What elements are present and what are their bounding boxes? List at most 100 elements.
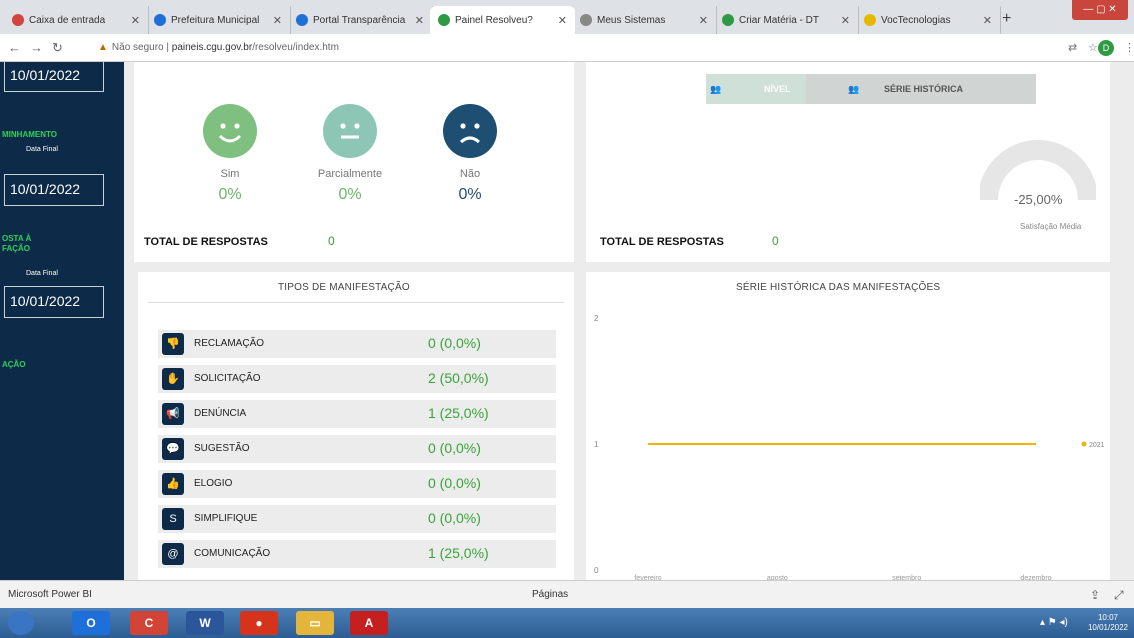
browser-tab[interactable]: Meus Sistemas ✕ [572, 6, 717, 34]
tab-title: Caixa de entrada [29, 14, 106, 26]
date-field-resposta[interactable]: 10/01/2022 [4, 286, 104, 318]
total-respostas-label: TOTAL DE RESPOSTAS [144, 236, 268, 248]
window-controls[interactable]: — ▢ ✕ [1072, 0, 1128, 20]
nivel-card: 👥 NÍVEL 👥 SÉRIE HISTÓRICA -25,00% Satisf… [586, 62, 1110, 262]
close-tab-icon[interactable]: ✕ [841, 14, 850, 27]
browser-tab[interactable]: Painel Resolveu? ✕ [430, 6, 575, 34]
face-label: Sim [220, 168, 240, 180]
tab-title: Criar Matéria - DT [739, 14, 820, 26]
browser-tab[interactable]: Prefeitura Municipal ✕ [146, 6, 291, 34]
favicon-icon [864, 14, 876, 26]
manifestacao-row[interactable]: 📢 DENÚNCIA 1 (25,0%) [158, 400, 556, 428]
sidebar-section-resposta: OSTA À FAÇÃO [2, 234, 32, 253]
url-field[interactable]: ▲ Não seguro | paineis.cgu.gov.br/resolve… [98, 42, 339, 53]
sidebar-section-encaminhamento: MINHAMENTO [2, 130, 57, 139]
sidebar-section-avaliacao: AÇÃO [2, 360, 26, 369]
neutral-face-icon [323, 104, 377, 158]
start-button[interactable] [8, 611, 34, 635]
y-tick-label: 0 [594, 566, 599, 575]
close-tab-icon[interactable]: ✕ [558, 14, 567, 27]
fullscreen-icon[interactable]: ⤢ [1114, 588, 1124, 603]
manifestacao-name: RECLAMAÇÃO [194, 338, 265, 349]
simplifique-icon: S [162, 508, 184, 530]
serie-chart: 012fevereiro agosto setembro dezembro2021 [594, 314, 1105, 580]
powerbi-status-bar: Microsoft Power BI Páginas ⇪ ⤢ [0, 580, 1134, 608]
acrobat-icon[interactable]: A [350, 611, 388, 635]
tab-serie-historica[interactable]: 👥 SÉRIE HISTÓRICA [806, 74, 1036, 104]
face-percentage: 0% [338, 186, 362, 203]
close-tab-icon[interactable]: ✕ [415, 14, 424, 27]
sad-face-icon [443, 104, 497, 158]
date-field-top[interactable]: 10/01/2022 [4, 62, 104, 92]
tab-title: Prefeitura Municipal [171, 14, 260, 26]
outlook-icon[interactable]: O [72, 611, 110, 635]
manifestacao-value: 0 (0,0%) [428, 510, 481, 526]
gauge-caption: Satisfação Média [1020, 222, 1082, 231]
translate-icon[interactable]: ⇄ [1068, 41, 1077, 54]
close-tab-icon[interactable]: ✕ [131, 14, 140, 27]
close-tab-icon[interactable]: ✕ [273, 14, 282, 27]
y-tick-label: 1 [594, 440, 599, 449]
explorer-icon[interactable]: ▭ [296, 611, 334, 635]
manifestacao-name: SIMPLIFIQUE [194, 513, 258, 524]
face-percentage: 0% [458, 186, 482, 203]
favicon-icon [438, 14, 450, 26]
people-icon: 👥 [710, 84, 722, 94]
face-label: Parcialmente [317, 168, 383, 180]
legend-marker [1081, 441, 1087, 447]
manifestacao-row[interactable]: 💬 SUGESTÃO 0 (0,0%) [158, 435, 556, 463]
reload-icon[interactable]: ↻ [52, 40, 63, 56]
manifestacao-value: 0 (0,0%) [428, 475, 481, 491]
chat-icon: 💬 [162, 438, 184, 460]
favicon-icon [580, 14, 592, 26]
manifestacao-name: ELOGIO [194, 478, 233, 489]
date-field-encaminhamento[interactable]: 10/01/2022 [4, 174, 104, 206]
chrome-icon[interactable]: C [130, 611, 168, 635]
manifestacao-name: SUGESTÃO [194, 443, 250, 454]
tab-nivel[interactable]: 👥 NÍVEL [706, 74, 806, 104]
face-percentage: 0% [218, 186, 242, 203]
close-tab-icon[interactable]: ✕ [699, 14, 708, 27]
profile-avatar[interactable]: D [1098, 40, 1114, 56]
word-icon[interactable]: W [186, 611, 224, 635]
favicon-icon [296, 14, 308, 26]
favicon-icon [154, 14, 166, 26]
manifestacao-row[interactable]: 👎 RECLAMAÇÃO 0 (0,0%) [158, 330, 556, 358]
tab-title: Portal Transparência [313, 14, 406, 26]
tab-serie-label: SÉRIE HISTÓRICA [884, 84, 964, 94]
people-icon: 👥 [848, 84, 860, 94]
menu-icon[interactable]: ⋮ [1124, 41, 1134, 54]
date-final-label-2: Data Final [26, 270, 58, 277]
manifestacao-value: 2 (50,0%) [428, 370, 489, 386]
tray-icons[interactable]: ▴ ⚑ ◂) [1040, 617, 1068, 628]
windows-taskbar: ▴ ⚑ ◂) 10:07 10/01/2022 O C W ● ▭ A [0, 608, 1134, 638]
serie-card: SÉRIE HISTÓRICA DAS MANIFESTAÇÕES 0 1 2 fev… [586, 272, 1110, 580]
browser-tab[interactable]: Criar Matéria - DT ✕ [714, 6, 859, 34]
new-tab-button[interactable]: + [1002, 10, 1011, 28]
star-icon[interactable]: ☆ [1088, 41, 1098, 54]
manifestacao-name: DENÚNCIA [194, 408, 247, 419]
browser-tab[interactable]: VocTecnologias ✕ [856, 6, 1001, 34]
manifestacao-value: 0 (0,0%) [428, 440, 481, 456]
manifestacao-row[interactable]: S SIMPLIFIQUE 0 (0,0%) [158, 505, 556, 533]
share-icon[interactable]: ⇪ [1090, 588, 1100, 602]
close-tab-icon[interactable]: ✕ [983, 14, 992, 27]
divider [148, 302, 564, 303]
tab-title: Meus Sistemas [597, 14, 666, 26]
total-respostas-value-2: 0 [772, 234, 779, 248]
back-icon[interactable]: ← [8, 40, 21, 55]
tab-title: VocTecnologias [881, 14, 951, 26]
manifestacao-row[interactable]: ✋ SOLICITAÇÃO 2 (50,0%) [158, 365, 556, 393]
manifestacao-value: 0 (0,0%) [428, 335, 481, 351]
browser-tab[interactable]: Portal Transparência ✕ [288, 6, 433, 34]
pages-button[interactable]: Páginas [532, 589, 568, 600]
manifestacao-value: 1 (25,0%) [428, 545, 489, 561]
manifestacao-row[interactable]: @ COMUNICAÇÃO 1 (25,0%) [158, 540, 556, 568]
happy-face-icon [203, 104, 257, 158]
app-icon[interactable]: ● [240, 611, 278, 635]
manifestacao-row[interactable]: 👍 ELOGIO 0 (0,0%) [158, 470, 556, 498]
taskbar-clock: 10:07 10/01/2022 [1087, 613, 1128, 632]
browser-tab[interactable]: Caixa de entrada ✕ [4, 6, 149, 34]
warning-icon: ▲ [98, 42, 108, 53]
forward-icon[interactable]: → [30, 40, 43, 55]
